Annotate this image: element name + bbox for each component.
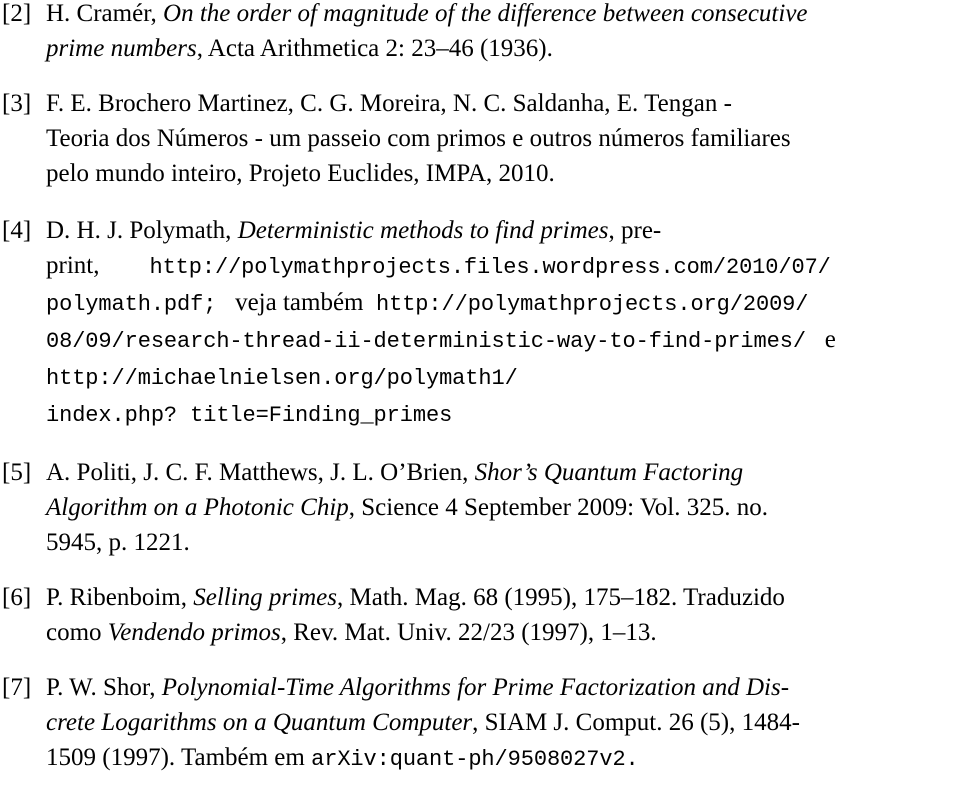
title-text-cont: crete Logarithms on a Quantum Computer [46, 709, 473, 736]
author-text: H. Cramér, [46, 0, 164, 27]
reference-line: polymath.pdf; veja também http://polymat… [46, 285, 958, 322]
reference-entry-4: [4] D. H. J. Polymath, Deterministic met… [0, 213, 960, 433]
reference-body-2: H. Cramér, On the order of magnitude of … [46, 0, 958, 66]
reference-label-2: [2] [2, 0, 32, 27]
title-text: Teoria dos Números - um passeio com prim… [46, 125, 791, 152]
reference-line: 08/09/research-thread-ii-deterministic-w… [46, 322, 958, 359]
reference-line: 1509 (1997). Também em arXiv:quant-ph/95… [46, 740, 958, 777]
reference-line: Teoria dos Números - um passeio com prim… [46, 121, 958, 156]
reference-list: [2] H. Cramér, On the order of magnitude… [0, 0, 960, 797]
source-text: , Acta Arithmetica 2: 23–46 (1936). [196, 35, 553, 62]
authors-text: A. Politi, J. C. F. Matthews, J. L. O’Br… [46, 459, 475, 486]
source-text: , Science 4 September 2009: Vol. 325. no… [348, 494, 768, 521]
title-text: Deterministic methods to find primes [237, 217, 609, 244]
translation-text: como [46, 619, 108, 646]
reference-line: index.php? title=Finding_primes [46, 396, 958, 433]
conjunction-text: e [824, 326, 836, 353]
reference-line: 5945, p. 1221. [46, 525, 958, 560]
url-text: http://michaelnielsen.org/polymath1/ [46, 366, 518, 391]
url-text: index.php? title=Finding_primes [46, 403, 453, 428]
reference-line: A. Politi, J. C. F. Matthews, J. L. O’Br… [46, 455, 958, 490]
authors-text: F. E. Brochero Martinez, C. G. Moreira, … [46, 90, 732, 117]
translated-title-text: Vendendo primos [107, 619, 281, 646]
reference-body-3: F. E. Brochero Martinez, C. G. Moreira, … [46, 86, 958, 191]
preprint-text: , pre- [608, 217, 662, 244]
reference-body-6: P. Ribenboim, Selling primes, Math. Mag.… [46, 580, 958, 650]
reference-line: crete Logarithms on a Quantum Computer, … [46, 705, 958, 740]
bibliography-page: [2] H. Cramér, On the order of magnitude… [0, 0, 960, 781]
arxiv-id-text: arXiv:quant-ph/9508027v2. [311, 747, 639, 772]
reference-entry-6: [6] P. Ribenboim, Selling primes, Math. … [0, 580, 960, 650]
title-text: Selling primes [193, 584, 337, 611]
reference-line: P. Ribenboim, Selling primes, Math. Mag.… [46, 580, 958, 615]
reference-body-4: D. H. J. Polymath, Deterministic methods… [46, 213, 958, 433]
reference-line: P. W. Shor, Polynomial-Time Algorithms f… [46, 670, 958, 705]
reference-line: como Vendendo primos, Rev. Mat. Univ. 22… [46, 615, 958, 650]
source-text: , SIAM J. Comput. 26 (5), 1484- [472, 709, 800, 736]
reference-line: print, http://polymathprojects.files.wor… [46, 248, 958, 285]
source-text: , Math. Mag. 68 (1995), 175–182. Traduzi… [337, 584, 785, 611]
author-text: P. W. Shor, [46, 674, 162, 701]
reference-entry-3: [3] F. E. Brochero Martinez, C. G. Morei… [0, 86, 960, 191]
reference-line: http://michaelnielsen.org/polymath1/ [46, 359, 958, 396]
reference-label-6: [6] [2, 584, 32, 611]
reference-line: F. E. Brochero Martinez, C. G. Moreira, … [46, 86, 958, 121]
reference-line: pelo mundo inteiro, Projeto Euclides, IM… [46, 156, 958, 191]
title-text: Polynomial-Time Algorithms for Prime Fac… [161, 674, 790, 701]
url-text: http://polymathprojects.files.wordpress.… [149, 255, 831, 280]
title-text-cont: Algorithm on a Photonic Chip [46, 494, 349, 521]
reference-entry-2: [2] H. Cramér, On the order of magnitude… [0, 0, 960, 66]
url-text: http://polymathprojects.org/2009/ [376, 292, 809, 317]
title-text: Shor’s Quantum Factoring [474, 459, 744, 486]
reference-body-7: P. W. Shor, Polynomial-Time Algorithms f… [46, 670, 958, 777]
title-text: On the order of magnitude of the differe… [163, 0, 808, 27]
source-text-cont: 5945, p. 1221. [46, 529, 190, 556]
veja-tambem-text: veja também [235, 289, 364, 316]
reference-label-5: [5] [2, 459, 32, 486]
title-text-cont: prime numbers [46, 35, 197, 62]
reference-entry-7: [7] P. W. Shor, Polynomial-Time Algorith… [0, 670, 960, 777]
translation-source-text: , Rev. Mat. Univ. 22/23 (1997), 1–13. [280, 619, 657, 646]
reference-line: D. H. J. Polymath, Deterministic methods… [46, 213, 958, 248]
url-text: polymath.pdf; [46, 292, 217, 317]
author-text: D. H. J. Polymath, [46, 217, 238, 244]
reference-label-3: [3] [2, 90, 32, 117]
reference-body-5: A. Politi, J. C. F. Matthews, J. L. O’Br… [46, 455, 958, 560]
source-text: pelo mundo inteiro, Projeto Euclides, IM… [46, 160, 555, 187]
reference-line: H. Cramér, On the order of magnitude of … [46, 0, 958, 31]
reference-entry-5: [5] A. Politi, J. C. F. Matthews, J. L. … [0, 455, 960, 560]
author-text: P. Ribenboim, [46, 584, 194, 611]
reference-label-4: [4] [2, 217, 32, 244]
source-text-cont: 1509 (1997). Também em [46, 744, 312, 771]
preprint-word: print, [46, 252, 100, 279]
url-text: 08/09/research-thread-ii-deterministic-w… [46, 329, 806, 354]
reference-line: Algorithm on a Photonic Chip, Science 4 … [46, 490, 958, 525]
reference-line: prime numbers, Acta Arithmetica 2: 23–46… [46, 31, 958, 66]
reference-label-7: [7] [2, 674, 32, 701]
